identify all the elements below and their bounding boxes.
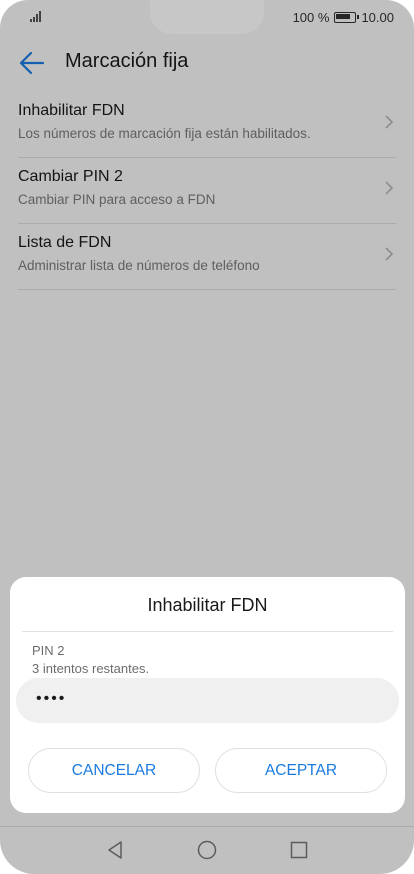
cancel-button[interactable]: CANCELAR bbox=[28, 748, 200, 793]
phone-screen: 100 % 10.00 Marcación fija Inhabilitar F… bbox=[0, 0, 414, 874]
remaining-tries-text: 3 intentos restantes. bbox=[32, 661, 150, 676]
accept-button[interactable]: ACEPTAR bbox=[215, 748, 387, 793]
pin-input-value: •••• bbox=[36, 690, 67, 707]
pin-input[interactable]: •••• bbox=[16, 678, 399, 723]
pin-label: PIN 2 bbox=[32, 643, 65, 658]
pin-dialog: Inhabilitar FDN PIN 2 3 intentos restant… bbox=[10, 577, 405, 813]
dialog-divider bbox=[22, 631, 393, 632]
dialog-title: Inhabilitar FDN bbox=[147, 595, 268, 615]
